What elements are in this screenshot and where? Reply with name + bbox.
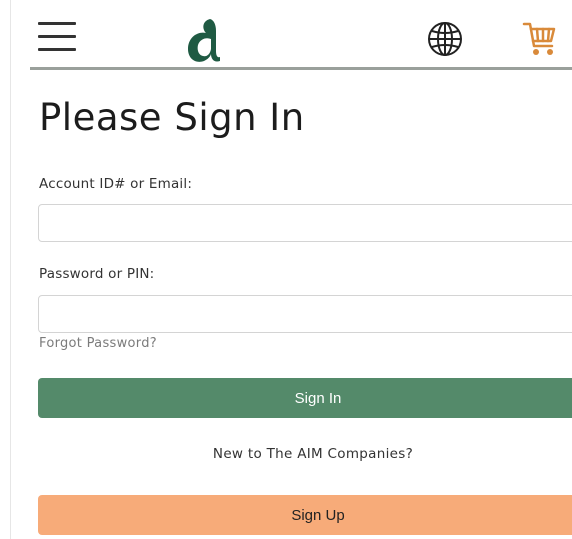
sign-in-button[interactable]: Sign In [38, 378, 572, 418]
header-divider [30, 67, 572, 70]
shopping-cart-icon[interactable] [522, 18, 558, 58]
password-label: Password or PIN: [39, 266, 155, 282]
header-bar [30, 8, 572, 68]
account-input[interactable] [38, 204, 572, 242]
new-customer-prompt: New to The AIM Companies? [212, 446, 414, 462]
password-input[interactable] [38, 295, 572, 333]
forgot-password-link[interactable]: Forgot Password? [39, 336, 157, 351]
globe-icon[interactable] [425, 19, 465, 59]
hamburger-menu-icon[interactable] [38, 22, 78, 54]
sign-up-button[interactable]: Sign Up [38, 495, 572, 535]
aim-logo-icon[interactable] [180, 17, 228, 65]
page-title: Please Sign In [39, 96, 305, 139]
account-label: Account ID# or Email: [39, 176, 193, 192]
